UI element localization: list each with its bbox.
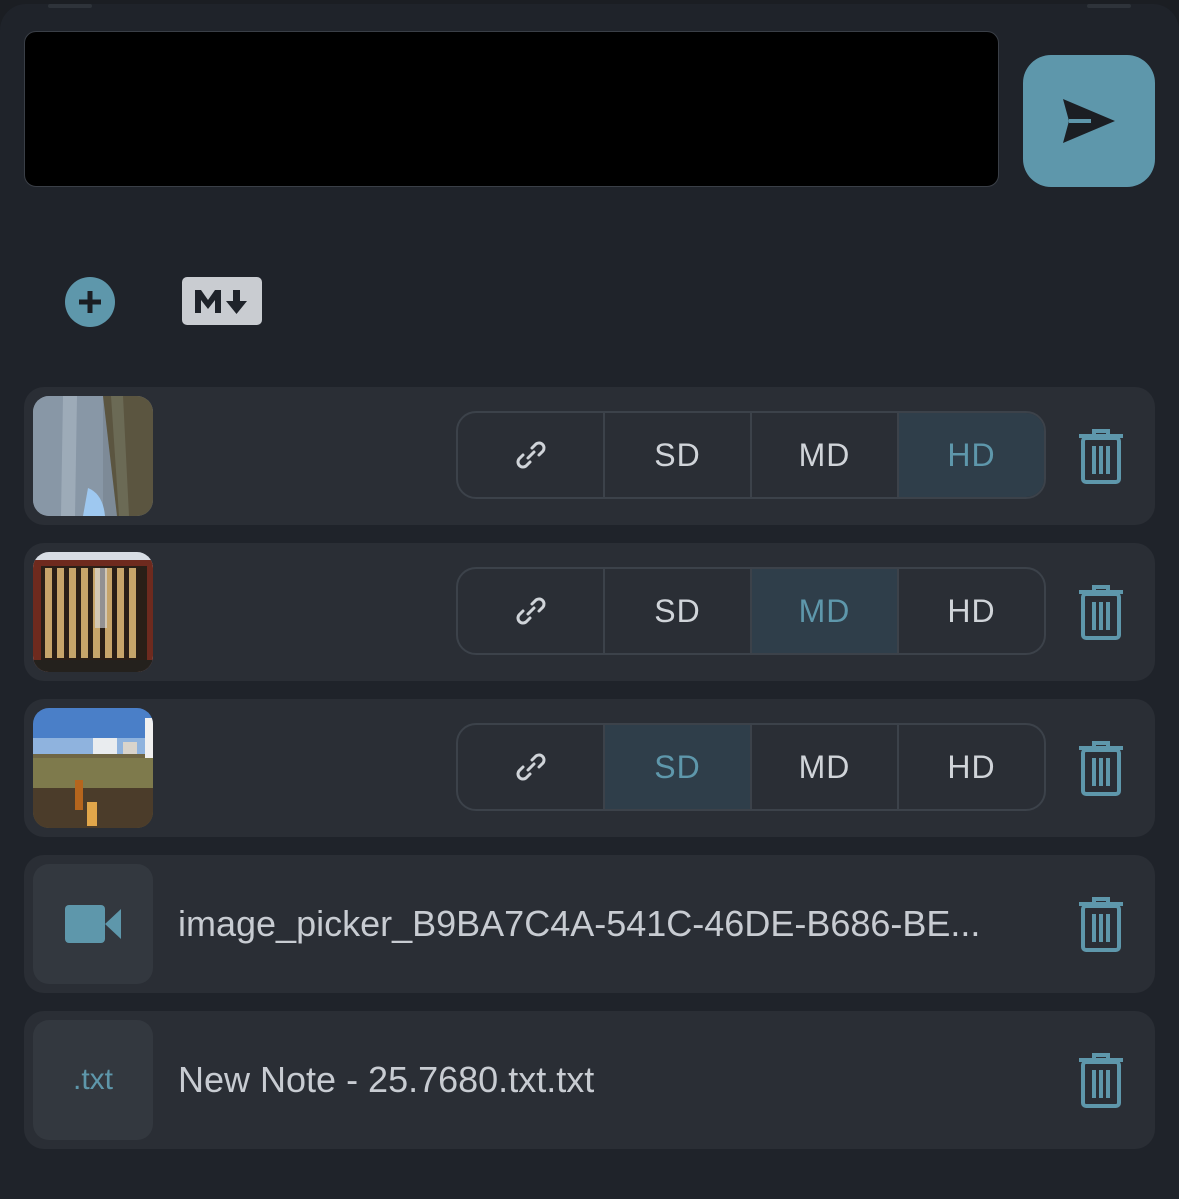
image-thumbnail[interactable] [33, 708, 153, 828]
trash-icon [1079, 1053, 1123, 1108]
attachment-item: .txt New Note - 25.7680.txt.txt [24, 1011, 1155, 1149]
video-thumbnail[interactable] [33, 864, 153, 984]
attachment-item: SD MD HD [24, 699, 1155, 837]
quality-selector: SD MD HD [456, 567, 1046, 655]
trash-icon [1079, 741, 1123, 796]
markdown-icon [195, 290, 247, 314]
message-input[interactable] [24, 31, 999, 187]
quality-option-hd[interactable]: HD [899, 569, 1044, 653]
file-extension-label: .txt [72, 1063, 113, 1096]
link-icon [516, 441, 545, 469]
top-tick [48, 4, 92, 8]
quality-selector: SD MD HD [456, 723, 1046, 811]
delete-attachment-button[interactable] [1074, 1051, 1128, 1109]
add-attachment-button[interactable] [65, 277, 115, 327]
video-camera-icon [65, 905, 121, 943]
quality-option-md[interactable]: MD [752, 725, 899, 809]
quality-option-sd[interactable]: SD [605, 569, 752, 653]
attachment-item: SD MD HD [24, 543, 1155, 681]
link-icon [516, 597, 545, 625]
quality-option-hd[interactable]: HD [899, 413, 1044, 497]
delete-attachment-button[interactable] [1074, 583, 1128, 641]
attachment-item: SD MD HD [24, 387, 1155, 525]
image-thumbnail[interactable] [33, 396, 153, 516]
image-thumbnail[interactable] [33, 552, 153, 672]
send-icon [1063, 99, 1115, 143]
attachment-toolbar [0, 274, 1179, 334]
top-tick [1087, 4, 1131, 8]
quality-option-sd[interactable]: SD [605, 725, 752, 809]
quality-option-md[interactable]: MD [752, 413, 899, 497]
delete-attachment-button[interactable] [1074, 427, 1128, 485]
attachment-item: image_picker_B9BA7C4A-541C-46DE-B686-BE.… [24, 855, 1155, 993]
quality-option-sd[interactable]: SD [605, 413, 752, 497]
quality-option-hd[interactable]: HD [899, 725, 1044, 809]
text-file-thumbnail[interactable]: .txt [33, 1020, 153, 1140]
attachment-filename: New Note - 25.7680.txt.txt [178, 1059, 595, 1100]
link-option[interactable] [458, 413, 605, 497]
plus-icon [79, 291, 101, 313]
link-option[interactable] [458, 725, 605, 809]
quality-selector: SD MD HD [456, 411, 1046, 499]
send-button[interactable] [1023, 55, 1155, 187]
trash-icon [1079, 585, 1123, 640]
attachment-filename: image_picker_B9BA7C4A-541C-46DE-B686-BE.… [178, 903, 981, 944]
link-option[interactable] [458, 569, 605, 653]
link-icon [516, 753, 545, 781]
delete-attachment-button[interactable] [1074, 895, 1128, 953]
delete-attachment-button[interactable] [1074, 739, 1128, 797]
trash-icon [1079, 429, 1123, 484]
quality-option-md[interactable]: MD [752, 569, 899, 653]
trash-icon [1079, 897, 1123, 952]
markdown-toggle-button[interactable] [182, 277, 262, 325]
